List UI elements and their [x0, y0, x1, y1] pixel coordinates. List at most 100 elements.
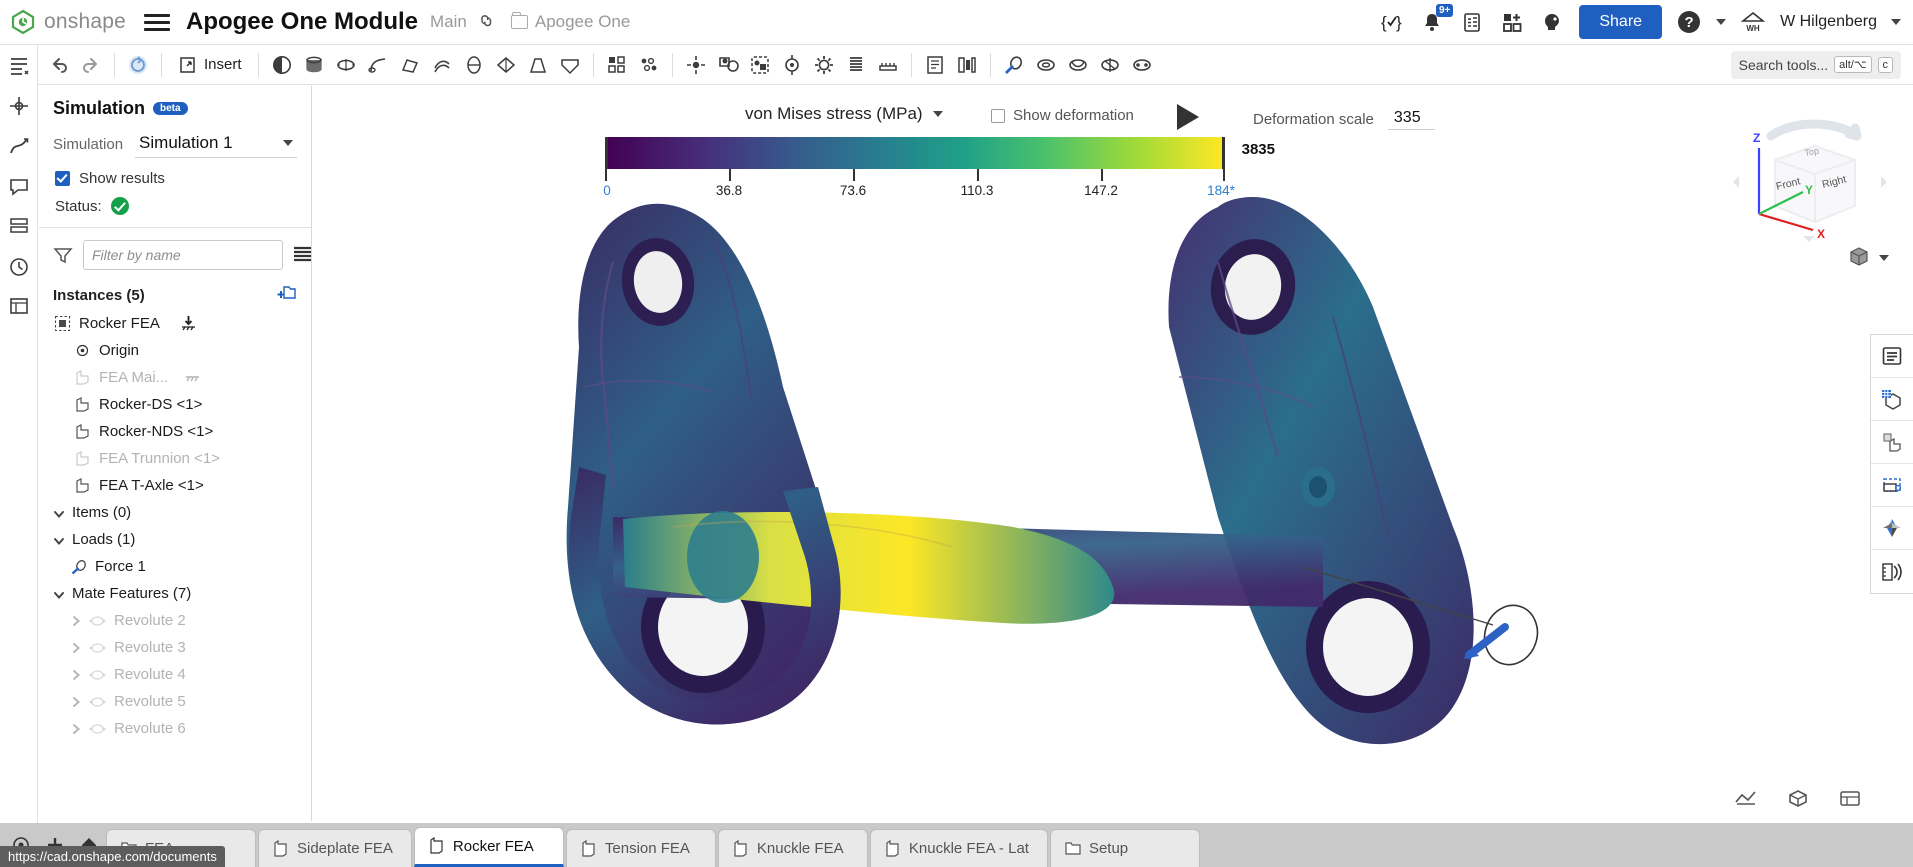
show-deformation-toggle[interactable]: Show deformation [991, 107, 1134, 124]
explode-icon[interactable] [952, 50, 982, 80]
show-results-checkbox[interactable] [55, 171, 70, 186]
tab-knuckle-fea-lat[interactable]: Knuckle FEA - Lat [870, 829, 1048, 867]
chevron-right-icon[interactable] [69, 642, 81, 654]
appearance-icon[interactable] [1871, 378, 1913, 421]
sweep-icon[interactable] [363, 50, 393, 80]
tree-item-rocker-fea[interactable]: Rocker FEA [39, 310, 311, 337]
mate-connector-icon[interactable] [777, 50, 807, 80]
tree-item-revolute-2[interactable]: Revolute 2 [39, 607, 311, 634]
tree-item-fea-main[interactable]: FEA Mai... [39, 364, 311, 391]
breadcrumb[interactable]: Apogee One [511, 12, 630, 32]
tab-knuckle-fea[interactable]: Knuckle FEA [718, 829, 868, 867]
tab-tension-fea[interactable]: Tension FEA [566, 829, 716, 867]
draft-icon[interactable] [523, 50, 553, 80]
view-orientation-icon[interactable] [1785, 788, 1811, 811]
chevron-right-icon[interactable] [69, 669, 81, 681]
tree-group-items[interactable]: Items (0) [39, 499, 311, 526]
show-results-row[interactable]: Show results [39, 158, 311, 187]
tree-item-revolute-6[interactable]: Revolute 6 [39, 715, 311, 742]
group-icon[interactable] [745, 50, 775, 80]
force-load-icon[interactable] [999, 50, 1029, 80]
graphics-viewport[interactable]: von Mises stress (MPa) Show deformation … [313, 86, 1913, 823]
tree-item-force-1[interactable]: Force 1 [39, 553, 311, 580]
transform-icon[interactable] [681, 50, 711, 80]
filter-input[interactable] [83, 240, 283, 270]
gravity-load-icon[interactable] [1063, 50, 1093, 80]
assembly-bom-icon[interactable] [920, 50, 950, 80]
help-icon[interactable]: ? [1676, 9, 1702, 35]
chevron-right-icon[interactable] [69, 615, 81, 627]
simulation-dropdown[interactable]: Simulation 1 [135, 131, 297, 158]
list-view-icon[interactable] [293, 246, 312, 264]
hole-icon[interactable] [555, 50, 585, 80]
display-panel-icon[interactable] [1871, 335, 1913, 378]
assembly-icon[interactable] [6, 93, 32, 119]
measure-icon[interactable] [1871, 550, 1913, 593]
mirror-icon[interactable] [634, 50, 664, 80]
deformation-scale-input[interactable]: 335 [1388, 108, 1435, 130]
bom-icon[interactable] [6, 293, 32, 319]
tree-item-revolute-3[interactable]: Revolute 3 [39, 634, 311, 661]
show-deformation-checkbox[interactable] [991, 109, 1005, 123]
fixture-icon[interactable] [1095, 50, 1125, 80]
tree-group-mate-features[interactable]: Mate Features (7) [39, 580, 311, 607]
hamburger-icon[interactable] [144, 11, 170, 33]
rotate-icon[interactable] [123, 50, 153, 80]
render-icon[interactable] [1871, 507, 1913, 550]
help-chevron-down-icon[interactable] [1716, 19, 1726, 25]
apps-icon[interactable] [1499, 9, 1525, 35]
legend-tick-5[interactable]: 184* [1207, 183, 1235, 198]
tree-item-rocker-nds[interactable]: Rocker-NDS <1> [39, 418, 311, 445]
insert-button[interactable]: Insert [170, 50, 250, 80]
link-icon[interactable] [473, 8, 502, 37]
layers-icon[interactable] [6, 213, 32, 239]
result-type-dropdown[interactable]: von Mises stress (MPa) [745, 104, 943, 124]
comments-icon[interactable] [6, 173, 32, 199]
tree-item-fea-trunnion[interactable]: FEA Trunnion <1> [39, 445, 311, 472]
tree-item-fea-t-axle[interactable]: FEA T-Axle <1> [39, 472, 311, 499]
screw-relation-icon[interactable] [841, 50, 871, 80]
branch-label[interactable]: Main [430, 12, 467, 32]
revolve-icon[interactable] [331, 50, 361, 80]
part-copy-icon[interactable] [1871, 421, 1913, 464]
pattern-icon[interactable] [602, 50, 632, 80]
tree-item-origin[interactable]: Origin [39, 337, 311, 364]
ai-advisor-icon[interactable] [1539, 9, 1565, 35]
avatar[interactable]: WH [1740, 10, 1766, 34]
section-view-icon[interactable] [267, 50, 297, 80]
undo-icon[interactable] [44, 50, 74, 80]
zoom-fit-icon[interactable] [1733, 788, 1759, 811]
filter-icon[interactable] [53, 246, 73, 264]
chevron-right-icon[interactable] [69, 723, 81, 735]
display-style-dropdown[interactable] [1847, 244, 1889, 271]
search-tools-input[interactable]: Search tools... alt/⌥ c [1731, 51, 1901, 79]
add-instance-icon[interactable] [277, 284, 297, 306]
pressure-load-icon[interactable] [1031, 50, 1061, 80]
tab-sideplate-fea[interactable]: Sideplate FEA [258, 829, 412, 867]
legend-tick-0[interactable]: 0 [603, 183, 611, 198]
boolean-icon[interactable] [713, 50, 743, 80]
play-icon[interactable] [1177, 104, 1199, 130]
gear-relation-icon[interactable] [809, 50, 839, 80]
rack-pinion-icon[interactable] [873, 50, 903, 80]
tab-rocker-fea[interactable]: Rocker FEA [414, 827, 564, 867]
display-state-icon[interactable] [1837, 788, 1863, 811]
share-button[interactable]: Share [1579, 5, 1662, 39]
rib-icon[interactable] [459, 50, 489, 80]
feature-list-icon[interactable] [6, 53, 32, 79]
simulation-icon[interactable] [6, 133, 32, 159]
notifications-icon[interactable]: 9+ [1419, 9, 1445, 35]
thicken-icon[interactable] [427, 50, 457, 80]
user-chevron-down-icon[interactable] [1891, 19, 1901, 25]
versions-icon[interactable]: { } [1379, 9, 1405, 35]
redo-icon[interactable] [76, 50, 106, 80]
chevron-right-icon[interactable] [69, 696, 81, 708]
section-box-icon[interactable] [1871, 464, 1913, 507]
shell-icon[interactable] [491, 50, 521, 80]
history-icon[interactable] [6, 253, 32, 279]
tree-item-revolute-5[interactable]: Revolute 5 [39, 688, 311, 715]
tree-item-revolute-4[interactable]: Revolute 4 [39, 661, 311, 688]
tree-item-rocker-ds[interactable]: Rocker-DS <1> [39, 391, 311, 418]
extrude-icon[interactable] [299, 50, 329, 80]
tasks-icon[interactable] [1459, 9, 1485, 35]
